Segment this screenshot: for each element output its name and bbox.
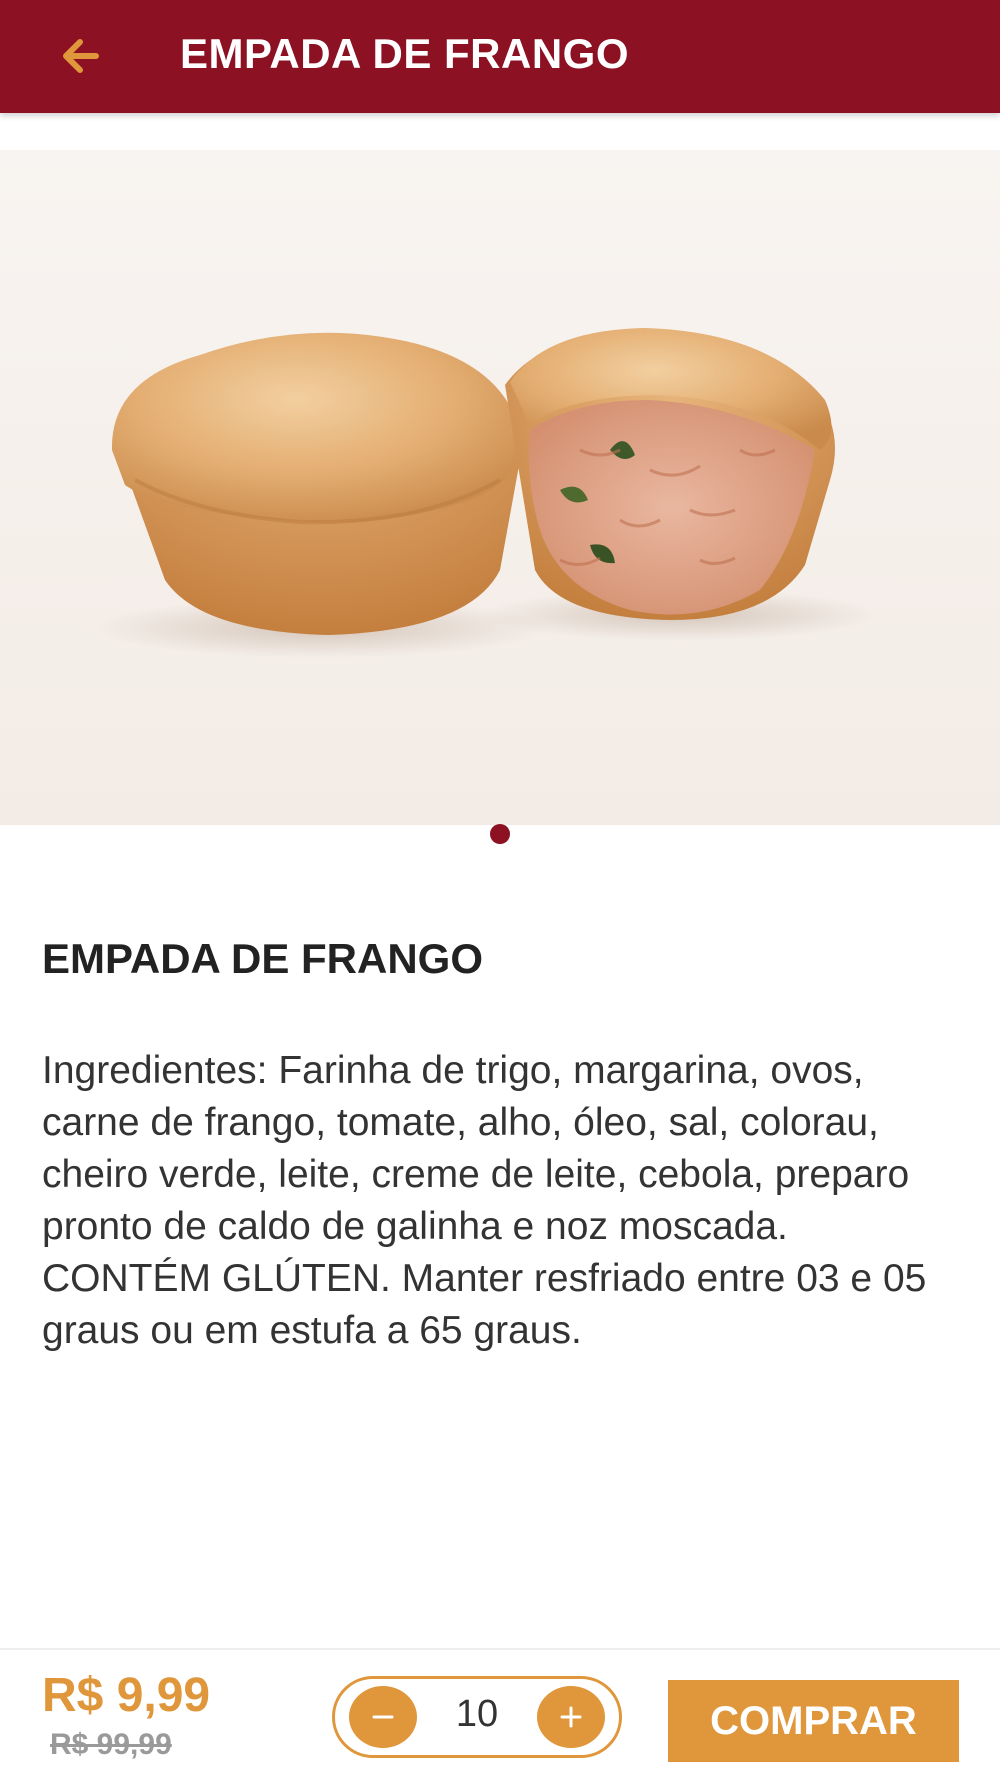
back-button[interactable] (50, 26, 110, 86)
page-title: EMPADA DE FRANGO (180, 30, 629, 77)
product-name: EMPADA DE FRANGO (42, 935, 483, 982)
app-header: EMPADA DE FRANGO (0, 0, 1000, 113)
product-description: Ingredientes: Farinha de trigo, margarin… (42, 1049, 927, 1352)
quantity-value[interactable]: 10 (425, 1693, 529, 1736)
purchase-bar: R$ 9,99 R$ 99,99 10 COMPRAR (0, 1648, 1000, 1780)
arrow-left-icon (63, 39, 99, 73)
carousel-dot-active[interactable] (490, 824, 510, 844)
minus-icon (372, 1715, 394, 1719)
old-price: R$ 99,99 (50, 1728, 172, 1761)
current-price: R$ 9,99 (42, 1669, 211, 1722)
decrease-quantity-button[interactable] (349, 1686, 417, 1748)
quantity-stepper: 10 (332, 1676, 622, 1758)
carousel-pagination (0, 822, 1000, 846)
product-image (90, 328, 880, 658)
plus-icon (560, 1706, 582, 1728)
buy-button[interactable]: COMPRAR (668, 1680, 959, 1762)
increase-quantity-button[interactable] (537, 1686, 605, 1748)
product-image-carousel[interactable] (0, 150, 1000, 825)
